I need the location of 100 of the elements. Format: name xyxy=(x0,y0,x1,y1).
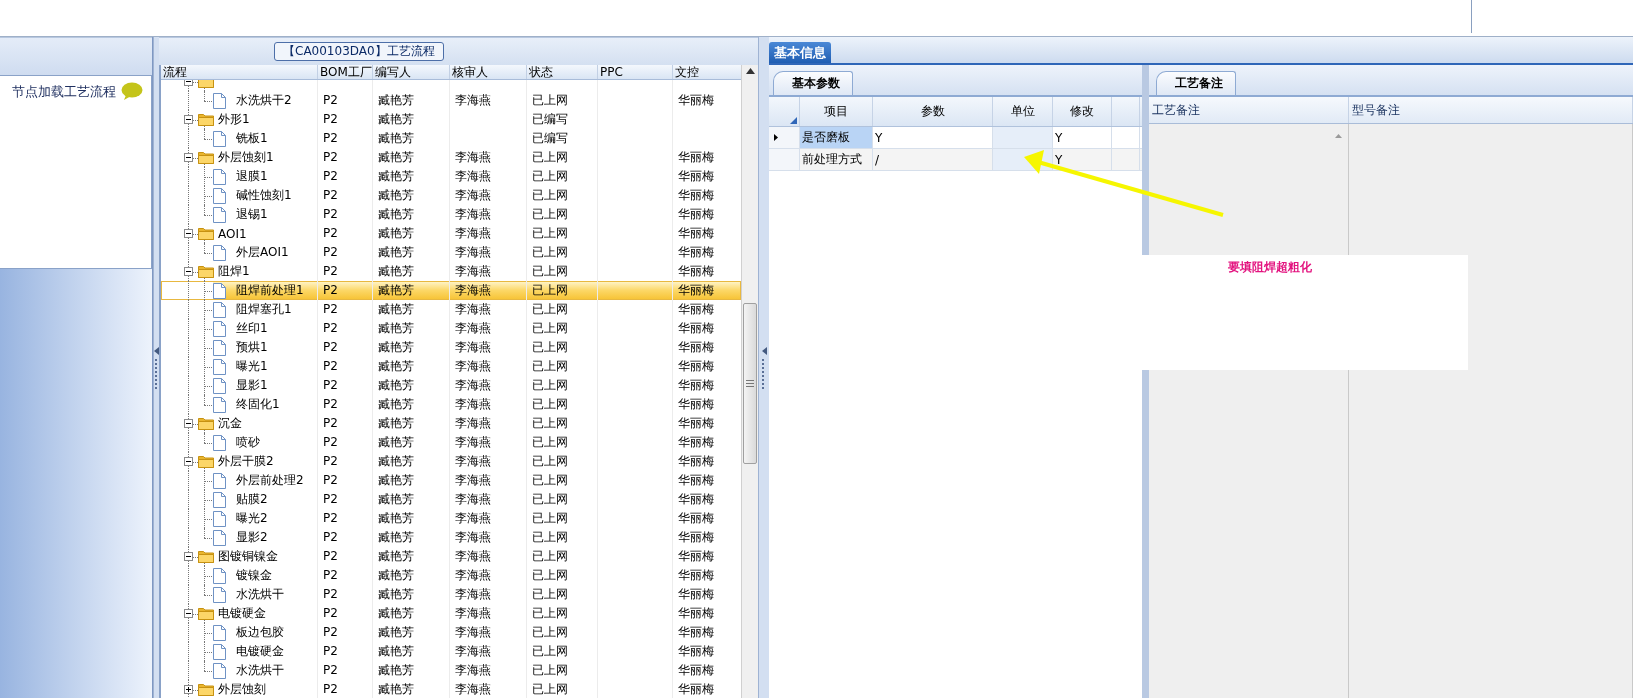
table-cell-text: 李海燕 xyxy=(455,225,491,242)
tab[interactable]: 基本参数 xyxy=(773,71,853,95)
column-header[interactable]: PPC xyxy=(598,65,673,79)
file-icon xyxy=(213,510,226,527)
file-icon xyxy=(213,643,226,660)
column-header[interactable]: 型号备注 xyxy=(1349,97,1633,123)
node-label: 外层蚀刻1 xyxy=(218,149,274,166)
table-cell-text: P2 xyxy=(323,92,338,109)
table-cell-text: P2 xyxy=(323,586,338,603)
column-header[interactable]: BOM工厂 xyxy=(318,65,373,79)
table-cell-text: 李海燕 xyxy=(455,643,491,660)
file-icon xyxy=(213,301,226,318)
table-cell-text: 臧艳芳 xyxy=(378,396,414,413)
table-cell-text: 李海燕 xyxy=(455,301,491,318)
table-cell-text: P2 xyxy=(323,149,338,166)
table-cell-text: P2 xyxy=(323,168,338,185)
table-cell-text: 已上网 xyxy=(532,662,568,679)
tree-row[interactable]: 外层蚀刻1 P2 臧艳芳 李海燕 已上网 华丽梅 xyxy=(161,148,742,167)
collapse-box-icon[interactable] xyxy=(184,267,193,276)
column-header[interactable]: 状态 xyxy=(527,65,598,79)
table-cell-text: P2 xyxy=(323,681,338,698)
scrollbar-thumb[interactable] xyxy=(743,303,757,464)
table-cell-text: 华丽梅 xyxy=(678,510,714,527)
collapse-box-icon[interactable] xyxy=(184,229,193,238)
table-cell-text: P2 xyxy=(323,187,338,204)
table-cell-text: 李海燕 xyxy=(455,662,491,679)
table-cell-text: 已上网 xyxy=(532,472,568,489)
table-cell-text: 李海燕 xyxy=(455,472,491,489)
table-cell-text: 臧艳芳 xyxy=(378,472,414,489)
table-cell-text: 李海燕 xyxy=(455,339,491,356)
column-header[interactable]: 项目 xyxy=(824,103,848,120)
table-cell-text: 华丽梅 xyxy=(678,168,714,185)
table-cell-text: 李海燕 xyxy=(455,149,491,166)
column-header[interactable]: 流程 xyxy=(161,65,318,79)
table-cell-text: 臧艳芳 xyxy=(378,187,414,204)
collapse-arrow-icon[interactable] xyxy=(154,346,159,355)
table-cell-text: 华丽梅 xyxy=(678,643,714,660)
table-cell-text: 华丽梅 xyxy=(678,282,714,299)
tree-row[interactable]: 外层干膜2 P2 臧艳芳 李海燕 已上网 华丽梅 xyxy=(161,452,742,471)
scroll-up-icon[interactable] xyxy=(745,68,755,74)
column-header[interactable]: 核审人 xyxy=(450,65,527,79)
table-cell-text: 华丽梅 xyxy=(678,301,714,318)
table-cell-text: 已上网 xyxy=(532,529,568,546)
table-cell-text: P2 xyxy=(323,206,338,223)
column-header[interactable]: 单位 xyxy=(1010,103,1035,120)
file-icon xyxy=(213,282,226,299)
folder-icon xyxy=(198,151,214,164)
tree-row[interactable]: 阻焊前处理1 P2 臧艳芳 李海燕 已上网 华丽梅 xyxy=(161,281,742,300)
triangle-icon[interactable] xyxy=(790,117,797,124)
collapse-box-icon[interactable] xyxy=(184,457,193,466)
collapse-box-icon[interactable] xyxy=(184,552,193,561)
column-header[interactable]: 参数 xyxy=(920,103,945,120)
table-cell-text: P2 xyxy=(323,396,338,413)
folder-icon xyxy=(198,417,214,430)
tree-row[interactable]: AOI1 P2 臧艳芳 李海燕 已上网 华丽梅 xyxy=(161,224,742,243)
table-cell-text: 李海燕 xyxy=(455,605,491,622)
collapse-box-icon[interactable] xyxy=(184,419,193,428)
folder-icon xyxy=(198,455,214,468)
node-label: 曝光2 xyxy=(236,510,268,527)
node-label: 电镀硬金 xyxy=(236,643,284,660)
node-label: 贴膜2 xyxy=(236,491,268,508)
table-cell-text: 华丽梅 xyxy=(678,396,714,413)
tree-row[interactable]: 外层蚀刻 P2 臧艳芳 李海燕 已上网 华丽梅 xyxy=(161,680,742,698)
node-label: 喷砂 xyxy=(236,434,260,451)
node-label: 板边包胶 xyxy=(236,624,284,641)
table-cell-text: 已编写 xyxy=(532,111,568,128)
expand-box-icon[interactable] xyxy=(184,685,193,694)
table-cell-text: 华丽梅 xyxy=(678,434,714,451)
collapse-box-icon[interactable] xyxy=(184,115,193,124)
table-cell-text: 李海燕 xyxy=(455,434,491,451)
table-cell-text: 华丽梅 xyxy=(678,339,714,356)
file-icon xyxy=(213,206,226,223)
collapse-box-icon[interactable] xyxy=(184,153,193,162)
collapse-box-icon[interactable] xyxy=(184,609,193,618)
column-header[interactable]: 修改 xyxy=(1070,103,1094,120)
node-label: 阻焊前处理1 xyxy=(236,282,304,299)
tree-row[interactable]: 电镀硬金 P2 臧艳芳 李海燕 已上网 华丽梅 xyxy=(161,604,742,623)
table-cell-text: 已上网 xyxy=(532,510,568,527)
tree-row[interactable]: 外形1 P2 臧艳芳 已编写 xyxy=(161,110,742,129)
tree-row[interactable]: 图镀铜镍金 P2 臧艳芳 李海燕 已上网 华丽梅 xyxy=(161,547,742,566)
collapse-arrow-icon[interactable] xyxy=(761,346,767,355)
tree-row[interactable]: 沉金 P2 臧艳芳 李海燕 已上网 华丽梅 xyxy=(161,414,742,433)
row-header[interactable] xyxy=(769,127,800,148)
panel-title-tab[interactable]: 【CA00103DA0】工艺流程 xyxy=(274,42,444,61)
table-cell-text: 李海燕 xyxy=(455,396,491,413)
file-icon xyxy=(213,586,226,603)
table-cell-text: 臧艳芳 xyxy=(378,605,414,622)
column-header[interactable]: 工艺备注 xyxy=(1149,97,1349,123)
tab[interactable]: 基本信息 xyxy=(769,42,831,63)
table-cell-text: P2 xyxy=(323,472,338,489)
table-cell-text: 臧艳芳 xyxy=(378,662,414,679)
tab[interactable]: 工艺备注 xyxy=(1156,71,1236,95)
table-cell-text: 华丽梅 xyxy=(678,320,714,337)
table-cell-text: 李海燕 xyxy=(455,206,491,223)
column-header[interactable]: 编写人 xyxy=(373,65,450,79)
table-cell-text: P2 xyxy=(323,453,338,470)
table-cell-text: 李海燕 xyxy=(455,453,491,470)
table-cell-text: 已上网 xyxy=(532,282,568,299)
table-cell-text: 华丽梅 xyxy=(678,92,714,109)
table-cell-text: 已上网 xyxy=(532,434,568,451)
